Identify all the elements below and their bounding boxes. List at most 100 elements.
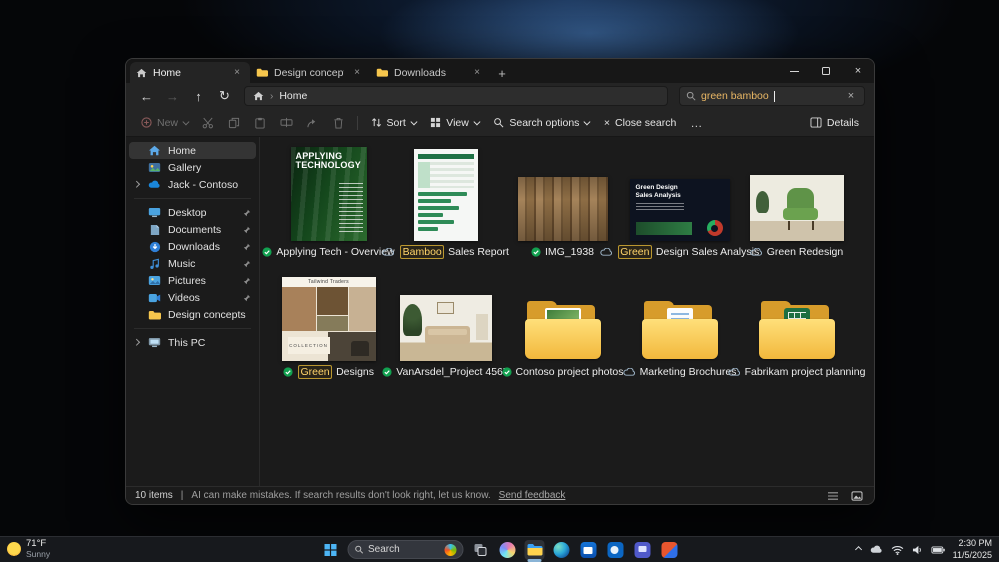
- office-button[interactable]: [659, 540, 679, 560]
- tab-close-icon[interactable]: ×: [350, 66, 364, 80]
- file-thumbnail[interactable]: [750, 175, 844, 241]
- windows-logo-icon: [323, 543, 337, 557]
- more-options-button[interactable]: …: [684, 112, 709, 134]
- file-thumbnail[interactable]: Green Design Sales Analysis: [630, 179, 730, 241]
- delete-button[interactable]: [326, 112, 351, 134]
- copy-button[interactable]: [222, 112, 247, 134]
- edge-button[interactable]: [551, 540, 571, 560]
- new-button[interactable]: New: [134, 112, 195, 134]
- tray-overflow-chevron-icon[interactable]: [855, 547, 861, 553]
- wifi-icon[interactable]: [891, 545, 904, 555]
- folder-tile-contoso-project-photos[interactable]: Contoso project photos: [504, 267, 621, 383]
- file-tile-green-design-sales-analysis[interactable]: Green Design Sales Analysis Green Design…: [621, 147, 738, 263]
- task-view-button[interactable]: [470, 540, 490, 560]
- search-icon: [354, 545, 363, 554]
- taskbar-search-box[interactable]: Search: [347, 540, 463, 559]
- file-tile-vanarsdel-project[interactable]: VanArsdel_Project 4567: [387, 267, 504, 383]
- breadcrumb-chevron-icon: ›: [270, 91, 273, 102]
- file-tile-applying-tech[interactable]: APPLYING TECHNOLOGY Applying Tech - Over…: [270, 147, 387, 263]
- volume-icon[interactable]: [912, 545, 923, 555]
- expand-chevron-icon[interactable]: [132, 340, 141, 345]
- details-label: Details: [827, 117, 859, 129]
- sidebar-item-home[interactable]: Home: [129, 142, 256, 159]
- sidebar-item-music[interactable]: Music: [129, 255, 256, 272]
- close-button[interactable]: ×: [842, 59, 874, 83]
- battery-icon[interactable]: [931, 546, 945, 554]
- large-icons-view-icon[interactable]: [849, 489, 865, 503]
- file-tile-green-redesign[interactable]: Green Redesign: [738, 147, 855, 263]
- sidebar-item-pictures[interactable]: Pictures: [129, 272, 256, 289]
- folder-thumbnail[interactable]: [640, 299, 720, 361]
- search-options-button[interactable]: Search options: [486, 112, 596, 134]
- sidebar-item-desktop[interactable]: Desktop: [129, 204, 256, 221]
- sidebar-item-onedrive[interactable]: Jack - Contoso: [129, 176, 256, 193]
- tab-design-concepts[interactable]: Design concepts ×: [250, 62, 370, 83]
- synced-icon: [382, 367, 392, 377]
- file-name: Applying Tech - Overview: [276, 246, 394, 258]
- file-explorer-window: Home × Design concepts × Downloads × + ×: [125, 58, 875, 505]
- microsoft-store-button[interactable]: [578, 540, 598, 560]
- close-search-button[interactable]: × Close search: [597, 112, 683, 134]
- home-icon: [147, 145, 162, 156]
- home-icon: [136, 68, 147, 78]
- close-search-icon: ×: [604, 117, 610, 129]
- start-button[interactable]: [320, 540, 340, 560]
- outlook-button[interactable]: [605, 540, 625, 560]
- sidebar-item-videos[interactable]: Videos: [129, 289, 256, 306]
- details-view-icon[interactable]: [825, 489, 841, 503]
- file-name-row: Marketing Brochures: [623, 364, 737, 380]
- sidebar-item-downloads[interactable]: Downloads: [129, 238, 256, 255]
- up-button[interactable]: ↑: [187, 85, 210, 107]
- tab-downloads[interactable]: Downloads ×: [370, 62, 490, 83]
- forward-button[interactable]: →: [161, 85, 184, 107]
- minimize-button[interactable]: [778, 59, 810, 83]
- paste-button[interactable]: [248, 112, 273, 134]
- file-thumbnail[interactable]: [518, 177, 608, 241]
- folder-thumbnail[interactable]: [757, 299, 837, 361]
- sidebar-item-documents[interactable]: Documents: [129, 221, 256, 238]
- weather-widget[interactable]: 71°F Sunny: [7, 539, 50, 559]
- file-thumbnail[interactable]: [414, 149, 478, 241]
- file-name-row: Bamboo Sales Report: [382, 244, 509, 260]
- refresh-button[interactable]: ↻: [213, 85, 236, 107]
- sort-button[interactable]: Sort: [364, 112, 423, 134]
- folder-tile-fabrikam-project-planning[interactable]: Fabrikam project planning: [738, 267, 855, 383]
- pin-icon: [243, 294, 251, 302]
- window-controls: ×: [778, 59, 874, 83]
- address-bar[interactable]: › Home: [244, 86, 668, 106]
- teams-button[interactable]: [632, 540, 652, 560]
- search-query-text: green bamboo: [701, 90, 769, 102]
- file-thumbnail[interactable]: [400, 295, 492, 361]
- back-button[interactable]: ←: [135, 85, 158, 107]
- new-tab-button[interactable]: +: [492, 63, 512, 83]
- view-button[interactable]: View: [423, 112, 485, 134]
- share-button[interactable]: [300, 112, 325, 134]
- maximize-button[interactable]: [810, 59, 842, 83]
- rename-button[interactable]: [274, 112, 299, 134]
- tab-home[interactable]: Home ×: [130, 62, 250, 83]
- folder-tile-marketing-brochures[interactable]: Marketing Brochures: [621, 267, 738, 383]
- search-input[interactable]: green bamboo ×: [679, 86, 865, 106]
- details-pane-button[interactable]: Details: [803, 112, 866, 134]
- tab-close-icon[interactable]: ×: [470, 66, 484, 80]
- onedrive-tray-icon[interactable]: [870, 545, 883, 554]
- file-name: Marketing Brochures: [640, 366, 737, 378]
- file-thumbnail[interactable]: APPLYING TECHNOLOGY: [291, 147, 367, 241]
- cut-button[interactable]: [196, 112, 221, 134]
- sidebar-item-gallery[interactable]: Gallery: [129, 159, 256, 176]
- details-pane-icon: [810, 117, 822, 128]
- trash-icon: [333, 117, 344, 129]
- clock[interactable]: 2:30 PM 11/5/2025: [953, 538, 992, 561]
- tab-close-icon[interactable]: ×: [230, 66, 244, 80]
- copilot-button[interactable]: [497, 540, 517, 560]
- send-feedback-link[interactable]: Send feedback: [499, 490, 566, 501]
- sidebar-item-design-concepts[interactable]: Design concepts: [129, 306, 256, 323]
- expand-chevron-icon[interactable]: [132, 182, 141, 187]
- file-tile-bamboo-sales-report[interactable]: Bamboo Sales Report: [387, 147, 504, 263]
- sidebar-item-this-pc[interactable]: This PC: [129, 334, 256, 351]
- file-explorer-button[interactable]: [524, 540, 544, 560]
- file-tile-green-designs[interactable]: Tailwind Traders COLLECTION Green Design…: [270, 267, 387, 383]
- clear-search-icon[interactable]: ×: [844, 90, 858, 102]
- file-thumbnail[interactable]: Tailwind Traders COLLECTION: [282, 277, 376, 361]
- folder-thumbnail[interactable]: [523, 299, 603, 361]
